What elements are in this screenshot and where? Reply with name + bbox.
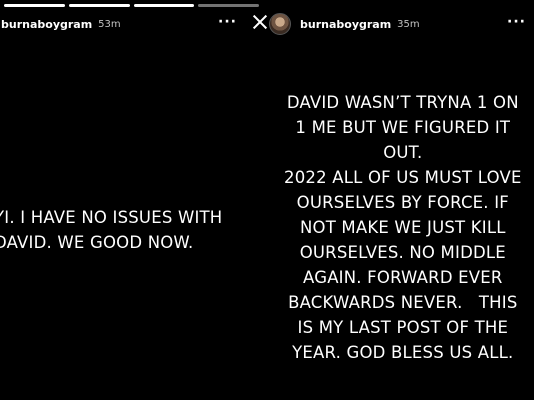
story-header: burnaboygram 35m ··· bbox=[263, 12, 534, 36]
close-icon[interactable] bbox=[252, 14, 268, 30]
timestamp: 53m bbox=[98, 18, 121, 30]
story-panel-left[interactable]: burnaboygram 53m ··· YI. I HAVE NO ISSUE… bbox=[0, 0, 263, 400]
avatar[interactable] bbox=[269, 13, 291, 35]
progress-segment bbox=[4, 4, 65, 7]
progress-segment bbox=[133, 4, 195, 7]
story-progress-bar bbox=[0, 4, 263, 7]
progress-segment bbox=[68, 4, 130, 7]
story-panel-right[interactable]: burnaboygram 35m ··· DAVID WASN’T TRYNA … bbox=[263, 0, 534, 400]
progress-segment bbox=[198, 4, 259, 7]
more-icon[interactable]: ··· bbox=[218, 14, 237, 30]
timestamp: 35m bbox=[397, 18, 420, 30]
username[interactable]: burnaboygram bbox=[1, 18, 92, 31]
username[interactable]: burnaboygram bbox=[300, 18, 391, 31]
story-header: burnaboygram 53m ··· bbox=[0, 12, 263, 36]
more-icon[interactable]: ··· bbox=[507, 14, 526, 30]
story-text: YI. I HAVE NO ISSUES WITH DAVID. WE GOOD… bbox=[0, 208, 223, 252]
story-text: DAVID WASN’T TRYNA 1 ON 1 ME BUT WE FIGU… bbox=[284, 93, 522, 362]
